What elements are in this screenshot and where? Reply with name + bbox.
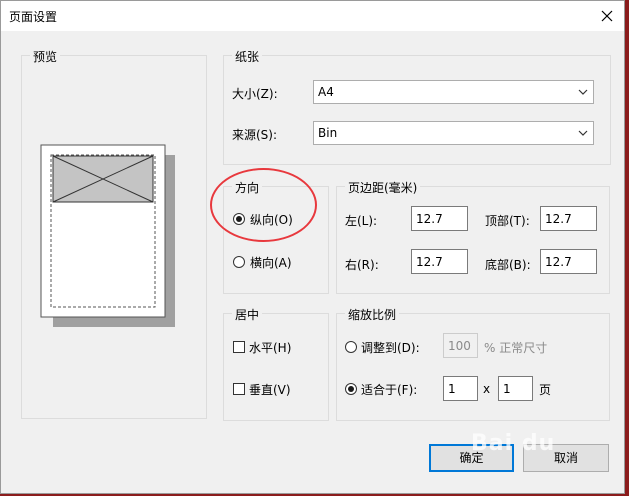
paper-size-value: A4 <box>318 85 334 99</box>
centering-group-label: 居中 <box>232 306 263 323</box>
adjust-to-input[interactable] <box>443 333 478 358</box>
fit-wide-input[interactable] <box>443 376 478 401</box>
chevron-down-icon <box>578 130 588 136</box>
fit-to-radio[interactable] <box>345 383 357 395</box>
margin-left-label: 左(L): <box>345 214 378 228</box>
fit-page-unit: 页 <box>539 383 552 397</box>
landscape-label[interactable]: 横向(A) <box>250 254 292 271</box>
preview-group-label: 预览 <box>30 48 61 65</box>
vertical-label[interactable]: 垂直(V) <box>249 381 291 398</box>
annotation-circle <box>210 168 317 242</box>
margins-group-label: 页边距(毫米) <box>345 179 421 196</box>
landscape-radio[interactable] <box>233 256 245 268</box>
close-icon[interactable] <box>594 3 620 29</box>
margins-group: 页边距(毫米) <box>336 179 610 294</box>
window-title: 页面设置 <box>9 10 58 24</box>
margin-bottom-label: 底部(B): <box>485 258 531 272</box>
paper-group: 纸张 <box>223 48 611 165</box>
adjust-to-radio[interactable] <box>345 341 357 353</box>
paper-source-select[interactable]: Bin <box>313 121 594 145</box>
chevron-down-icon <box>578 89 588 95</box>
margin-bottom-input[interactable] <box>540 249 597 274</box>
adjust-suffix-label: % 正常尺寸 <box>484 341 548 355</box>
paper-source-value: Bin <box>318 126 338 140</box>
vertical-checkbox[interactable] <box>233 383 245 395</box>
paper-size-label: 大小(Z): <box>232 87 278 101</box>
margin-left-input[interactable] <box>411 206 468 231</box>
page-setup-dialog: 页面设置 预览 纸张 大小(Z): A4 来源(S): Bin 方向 纵向(O)… <box>0 0 625 494</box>
paper-source-label: 来源(S): <box>232 128 278 142</box>
adjust-to-label[interactable]: 调整到(D): <box>361 339 420 356</box>
fit-x-separator: x <box>483 382 491 396</box>
fit-tall-input[interactable] <box>498 376 533 401</box>
horizontal-label[interactable]: 水平(H) <box>249 339 291 356</box>
page-preview <box>40 144 175 327</box>
margin-right-input[interactable] <box>411 249 468 274</box>
margin-top-input[interactable] <box>540 206 597 231</box>
paper-group-label: 纸张 <box>232 48 263 65</box>
centering-group: 居中 <box>223 306 329 421</box>
paper-size-select[interactable]: A4 <box>313 80 594 104</box>
baidu-watermark: Bai du <box>471 431 556 456</box>
margin-right-label: 右(R): <box>345 258 379 272</box>
scaling-group-label: 缩放比例 <box>345 306 400 323</box>
title-bar: 页面设置 <box>1 1 624 31</box>
fit-to-label[interactable]: 适合于(F): <box>361 381 417 398</box>
scaling-group: 缩放比例 <box>336 306 610 421</box>
margin-top-label: 顶部(T): <box>485 214 530 228</box>
horizontal-checkbox[interactable] <box>233 341 245 353</box>
